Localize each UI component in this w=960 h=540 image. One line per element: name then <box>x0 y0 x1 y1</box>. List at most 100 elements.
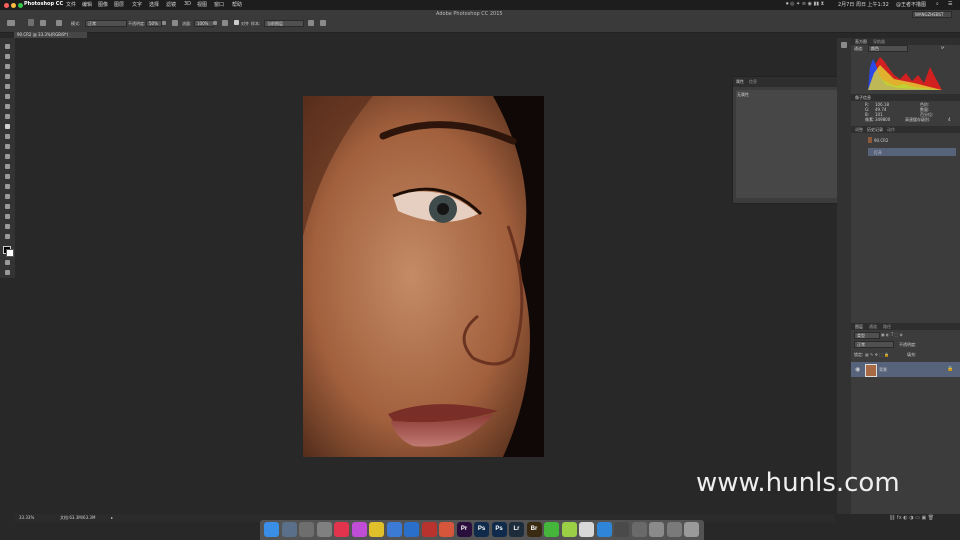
menu-filter[interactable]: 滤镜 <box>166 1 176 8</box>
sample-dropdown[interactable]: 当前图层 <box>264 20 304 27</box>
menu-image[interactable]: 图像 <box>98 1 108 8</box>
dock-photos-icon[interactable] <box>439 522 454 537</box>
doc-size[interactable]: 文档:63.3M/63.3M <box>60 515 95 521</box>
app-menu[interactable]: Photoshop CC <box>24 1 63 7</box>
minimize-window-button[interactable] <box>11 3 16 8</box>
path-select-tool-icon[interactable] <box>5 204 10 209</box>
dock-bridge-icon[interactable]: Br <box>526 522 542 537</box>
gradient-tool-icon[interactable] <box>5 154 10 159</box>
layer-filter-icons[interactable]: ▣ ◐ T ⬚ ◈ <box>881 332 903 337</box>
crop-tool-icon[interactable] <box>5 84 10 89</box>
user-name[interactable]: @王者不撸图 <box>896 1 926 8</box>
dock-finder-icon[interactable] <box>264 522 279 537</box>
paths-tab[interactable]: 路径 <box>883 324 891 330</box>
dock-display-icon[interactable] <box>631 522 647 537</box>
dock-itunes-icon[interactable] <box>351 522 367 537</box>
dock-photo-booth-icon[interactable] <box>421 522 437 537</box>
dock-browser-icon[interactable] <box>596 522 612 537</box>
mode-dropdown[interactable]: 正常 <box>85 20 127 27</box>
menu-window[interactable]: 窗口 <box>214 1 224 8</box>
zoom-window-button[interactable] <box>18 3 23 8</box>
shape-tool-icon[interactable] <box>5 214 10 219</box>
menu-view[interactable]: 视图 <box>197 1 207 8</box>
pen-tool-icon[interactable] <box>5 184 10 189</box>
histogram-refresh-icon[interactable]: ⟳ <box>941 45 944 50</box>
flow-field[interactable]: 100% <box>194 20 214 27</box>
zoom-tool-icon[interactable] <box>5 234 10 239</box>
menu-3d[interactable]: 3D <box>184 1 191 7</box>
clone-stamp-tool-icon[interactable] <box>7 20 15 26</box>
healing-brush-tool-icon[interactable] <box>5 104 10 109</box>
histogram-tab[interactable]: 直方图 <box>855 39 867 45</box>
dock-photoshop-2-icon[interactable]: Ps <box>491 522 507 537</box>
zoom-level[interactable]: 33.33% <box>19 515 34 520</box>
dock-messages-icon[interactable] <box>561 522 577 537</box>
channels-tab[interactable]: 通道 <box>869 324 877 330</box>
layers-tab[interactable]: 图层 <box>855 324 863 330</box>
dock-qq-icon[interactable] <box>579 522 594 537</box>
dock-keyboard-icon[interactable] <box>649 522 664 537</box>
eraser-tool-icon[interactable] <box>5 144 10 149</box>
dock-trash-icon[interactable] <box>684 522 699 537</box>
dock-mail-icon[interactable] <box>386 522 402 537</box>
dock-iphone-icon[interactable] <box>614 522 629 537</box>
brush-tool-icon[interactable] <box>5 114 10 119</box>
brush-panel-icon[interactable] <box>40 20 46 26</box>
visibility-eye-icon[interactable]: ◉ <box>855 366 860 373</box>
dock-wechat-icon[interactable] <box>544 522 559 537</box>
history-tab[interactable]: 历史记录 <box>867 127 883 133</box>
dock-chrome-icon[interactable] <box>369 522 384 537</box>
adjustments-tab[interactable]: 调整 <box>855 127 863 133</box>
menu-help[interactable]: 帮助 <box>232 1 242 8</box>
airbrush-icon[interactable] <box>222 20 228 26</box>
opacity-arrow-icon[interactable] <box>162 21 166 25</box>
portrait-photo[interactable] <box>303 96 544 457</box>
dock-calendar-icon[interactable] <box>334 522 349 537</box>
blur-tool-icon[interactable] <box>5 164 10 169</box>
quick-select-tool-icon[interactable] <box>5 74 10 79</box>
actions-tab[interactable]: 动作 <box>887 127 895 133</box>
dock-safari-icon[interactable] <box>404 522 419 537</box>
layer-footer-icons[interactable]: ⛓ fx ◐ ◑ ▭ ▣ 🗑 <box>889 515 934 521</box>
background-color-swatch[interactable] <box>6 249 14 257</box>
info-panel-tab[interactable]: 像子信息 <box>855 95 871 101</box>
menu-file[interactable]: 文件 <box>66 1 76 8</box>
type-tool-icon[interactable] <box>5 194 10 199</box>
pressure-opacity-icon[interactable] <box>172 20 178 26</box>
opacity-field[interactable]: 50% <box>146 20 162 27</box>
clock[interactable]: 2月7日 周日 上午1:32 <box>838 1 889 8</box>
history-brush-tool-icon[interactable] <box>5 134 10 139</box>
align-checkbox[interactable] <box>234 20 239 25</box>
lasso-tool-icon[interactable] <box>5 64 10 69</box>
quick-mask-icon[interactable] <box>5 260 10 265</box>
menu-edit[interactable]: 编辑 <box>82 1 92 8</box>
workspace-switcher[interactable]: WANGZHEBST <box>912 11 952 18</box>
lock-icons[interactable]: ▦ ✎ ✥ ⬚ 🔒 <box>865 352 889 357</box>
close-window-button[interactable] <box>4 3 9 8</box>
move-tool-icon[interactable] <box>5 44 10 49</box>
dodge-tool-icon[interactable] <box>5 174 10 179</box>
status-icons[interactable]: ⏺ ◎ ✦ ≋ ◉ ▮▮ ⧗ <box>786 1 824 7</box>
screen-mode-icon[interactable] <box>5 270 10 275</box>
dock-premiere-icon[interactable]: Pr <box>456 522 472 537</box>
layer-row-background[interactable]: ◉ 背景 🔒 <box>851 362 960 377</box>
marquee-tool-icon[interactable] <box>5 54 10 59</box>
history-snapshot[interactable]: 90.CR2 <box>868 135 956 145</box>
menu-type[interactable]: 文字 <box>132 1 142 8</box>
blend-mode-dropdown[interactable]: 正常 <box>854 341 894 348</box>
layer-kind-filter[interactable]: 类型 <box>854 332 880 339</box>
history-step[interactable]: 打开 <box>868 148 956 156</box>
search-icon[interactable]: ⌕ <box>936 1 939 7</box>
channel-dropdown[interactable]: 颜色 <box>868 45 908 52</box>
brush-preset-icon[interactable] <box>28 19 34 26</box>
hand-tool-icon[interactable] <box>5 224 10 229</box>
dock-preview-icon[interactable] <box>281 522 297 537</box>
panel-expand-icon[interactable] <box>841 42 847 48</box>
status-menu-arrow-icon[interactable]: ▸ <box>111 515 113 520</box>
flow-arrow-icon[interactable] <box>213 21 217 25</box>
properties-tab[interactable]: 属性 <box>736 79 744 85</box>
dock-photoshop-icon[interactable]: Ps <box>474 522 489 537</box>
pressure-size-icon[interactable] <box>320 20 326 26</box>
dock-system-prefs-icon[interactable] <box>316 522 332 537</box>
dock-lightroom-icon[interactable]: Lr <box>509 522 524 537</box>
